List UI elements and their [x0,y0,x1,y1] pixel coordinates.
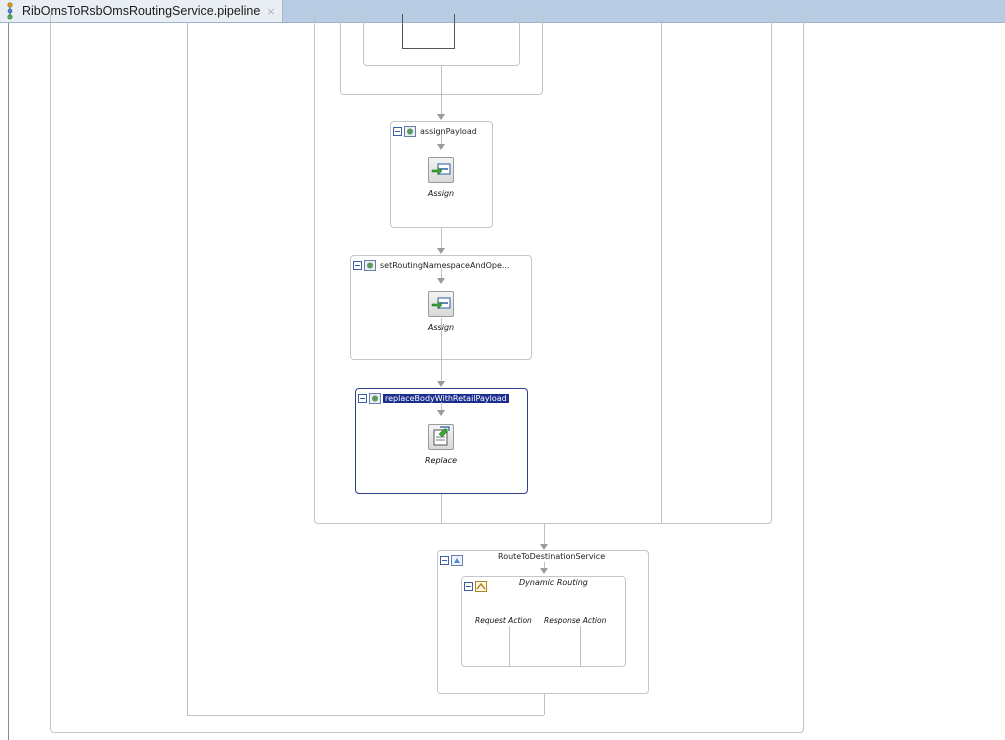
replace-action-icon[interactable] [428,424,454,450]
arrow-1 [437,114,445,120]
stage-icon [404,125,416,137]
pipeline-divider [661,23,662,523]
flow-line-bottom [187,715,544,716]
arrow-3 [437,381,445,387]
collapse-toggle[interactable] [393,126,402,136]
connector-4 [441,494,442,523]
collapse-toggle[interactable] [353,260,362,270]
stage-header: setRoutingNamespaceAndOpe... [353,258,512,272]
arrow-route-inner [540,568,548,574]
assign-action-icon[interactable] [428,157,454,183]
stage-header: replaceBodyWithRetailPayload [358,391,509,405]
dynamic-routing-icon [475,580,487,592]
connector-to-route [544,523,545,545]
stage-title: setRoutingNamespaceAndOpe... [380,260,510,270]
pipeline-file-icon [7,2,13,20]
assign-icon-graphic [431,163,451,176]
replace-icon-graphic [433,426,450,446]
stage-header: assignPayload [393,124,479,138]
route-icon [451,554,463,566]
collapse-toggle[interactable] [440,555,449,565]
previous-action-box [402,14,455,49]
arrow-stage3-inner [437,410,445,416]
request-action-label[interactable]: Request Action [475,616,532,625]
collapse-toggle[interactable] [464,581,473,591]
dynamic-routing-header [464,579,487,593]
response-action-line [580,626,581,667]
flow-line-left [187,23,188,715]
connector-3 [441,318,442,382]
stage-title: assignPayload [420,126,477,136]
stage-icon [364,259,376,271]
response-action-label[interactable]: Response Action [544,616,606,625]
connector-1 [441,66,442,116]
route-title: RouteToDestinationService [498,552,606,561]
assign-icon-graphic [431,297,451,310]
action-label: Assign [427,189,455,198]
arrow-stage1-inner [437,144,445,150]
dynamic-routing-title: Dynamic Routing [519,578,588,587]
assign-action-icon[interactable] [428,291,454,317]
arrow-stage2-inner [437,278,445,284]
canvas-left-border [8,23,9,740]
connector-2 [441,228,442,250]
collapse-toggle[interactable] [358,393,367,403]
stage-icon [369,392,381,404]
arrow-2 [437,248,445,254]
route-header [440,553,463,567]
request-action-line [509,626,510,667]
stage-title: replaceBodyWithRetailPayload [383,393,509,403]
action-label: Replace [424,456,457,465]
